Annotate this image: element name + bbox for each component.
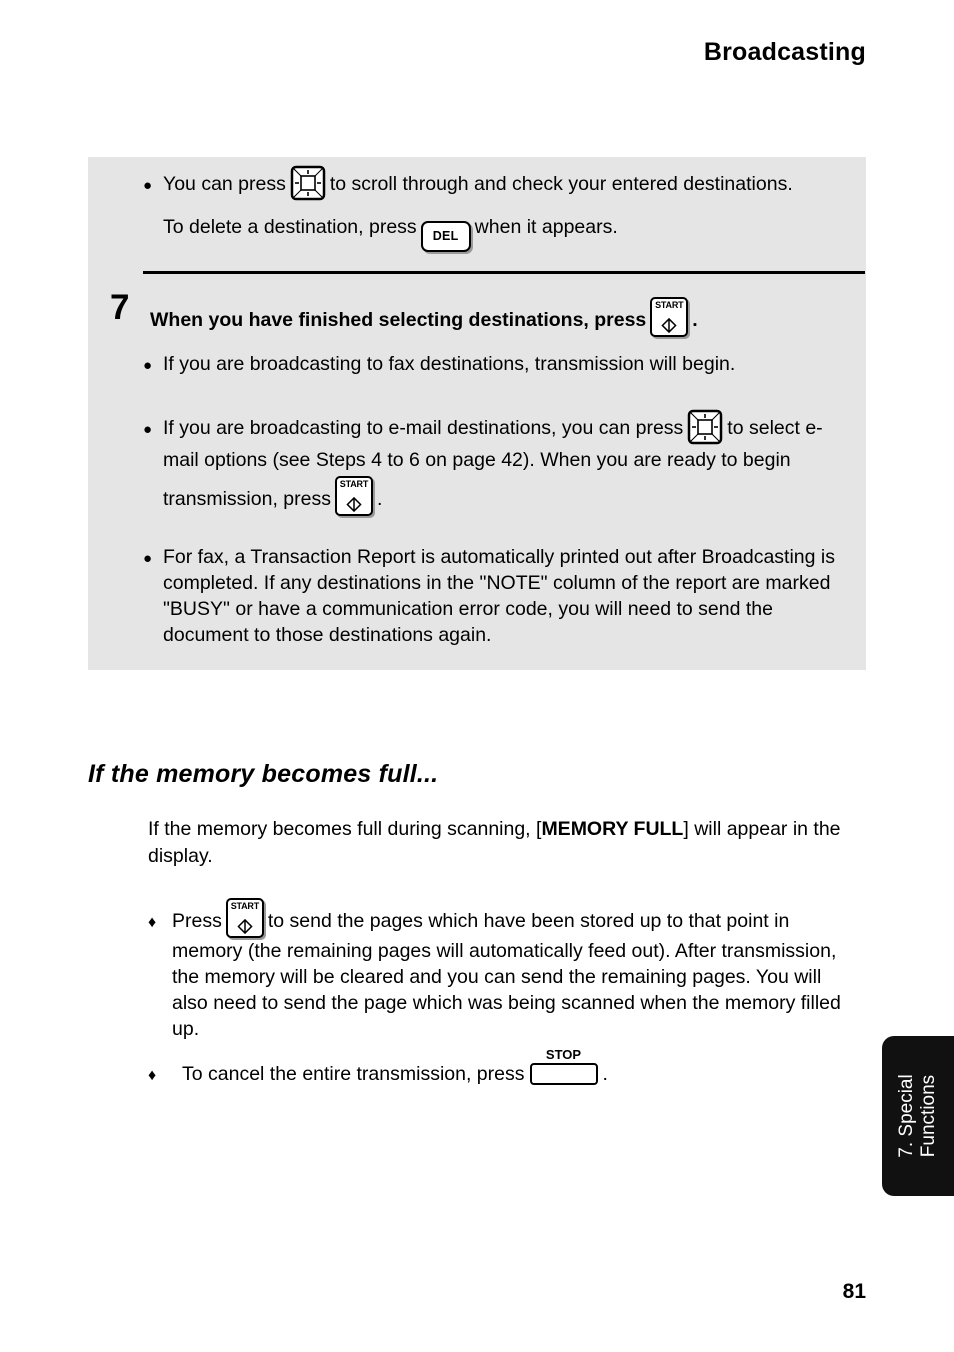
note-line-1-before: You can press — [163, 173, 286, 195]
bullet-glyph: ♦ — [148, 1067, 157, 1084]
chapter-side-tab-line-1: 7. Special — [896, 1074, 917, 1158]
note-line-2-after: when it appears. — [474, 216, 618, 238]
chapter-side-tab-text: 7. Special Functions — [896, 1074, 940, 1157]
start-key-icon: START — [225, 898, 264, 938]
intro-bold: MEMORY FULL — [541, 818, 684, 840]
callout-bullet-2-seg1: If you are broadcasting to e-mail destin… — [163, 417, 684, 439]
callout-bullet-list: ● If you are broadcasting to fax destina… — [143, 349, 858, 648]
memory-full-bullet-2-seg1: To cancel the entire transmission, press — [182, 1063, 525, 1085]
step-number: 7 — [110, 288, 130, 327]
memory-full-bullet-1-seg2: to send the pages which have been stored… — [172, 910, 841, 1040]
step-text-before: When you have finished selecting destina… — [150, 309, 647, 331]
memory-full-bullet-2-seg2: . — [602, 1063, 608, 1085]
note-line-1-after: to scroll through and check your entered… — [329, 173, 793, 195]
section-intro-paragraph: If the memory becomes full during scanni… — [148, 816, 848, 870]
memory-full-bullet-1: ♦ Press START to send the pages which have… — [148, 898, 858, 1042]
memory-full-bullet-2-text: To cancel the entire transmission, press… — [182, 1047, 848, 1088]
callout-bullet-1: ● If you are broadcasting to fax destina… — [143, 349, 858, 381]
callout-bullet-2: ● If you are broadcasting to e-mail dest… — [143, 409, 858, 516]
section-heading: If the memory becomes full... — [88, 760, 439, 788]
memory-full-bullet-2: ♦ To cancel the entire transmission, pre… — [148, 1047, 848, 1091]
page-title: Broadcasting — [703, 38, 866, 66]
intro-before: If the memory becomes full during scanni… — [148, 818, 542, 840]
note-bullet-line-1: ● You can press to scroll through and che… — [143, 165, 843, 201]
note-line-2: To delete a destination, press DEL when it… — [163, 212, 843, 252]
note-line-1-text: You can press to scroll through and check… — [163, 165, 843, 201]
bullet-glyph: ● — [143, 421, 153, 438]
step-7: 7 When you have finished selecting desti… — [110, 288, 870, 337]
callout-bullet-2-seg3: . — [376, 488, 383, 510]
start-key-icon: START — [650, 297, 689, 337]
callout-bullet-2-text: If you are broadcasting to e-mail destin… — [163, 409, 858, 516]
arrow-keys-icon — [687, 409, 723, 445]
note-line-2-before: To delete a destination, press — [163, 216, 417, 238]
bullet-glyph: ● — [143, 357, 153, 374]
note-block: ● You can press to scroll through and che… — [143, 165, 843, 252]
memory-full-bullet-1-seg1: Press — [172, 910, 222, 932]
page-number: 81 — [842, 1280, 866, 1303]
bullet-glyph: ● — [143, 550, 153, 567]
bullet-glyph: ● — [143, 177, 153, 194]
bullet-glyph: ♦ — [148, 914, 157, 931]
start-key-icon: START — [334, 476, 373, 516]
callout-bullet-1-text: If you are broadcasting to fax destinati… — [163, 353, 736, 375]
memory-full-bullet-1-text: Press START to send the pages which have b… — [172, 898, 858, 1042]
del-key-icon: DEL — [420, 221, 471, 252]
chapter-side-tab: 7. Special Functions — [882, 1036, 954, 1196]
chapter-side-tab-line-2: Functions — [918, 1074, 939, 1158]
step-text: When you have finished selecting destina… — [150, 291, 698, 337]
callout-bullet-3: ● For fax, a Transaction Report is autom… — [143, 543, 858, 648]
step-text-after: . — [692, 309, 698, 331]
stop-key-icon: STOP — [529, 1047, 598, 1085]
arrow-keys-icon — [290, 165, 326, 201]
callout-box: ● You can press to scroll through and che… — [88, 157, 866, 670]
callout-bullet-3-text: For fax, a Transaction Report is automat… — [163, 546, 835, 646]
memory-full-bullet-list: ♦ Press START to send the pages which have… — [148, 898, 858, 1042]
divider — [143, 271, 865, 274]
